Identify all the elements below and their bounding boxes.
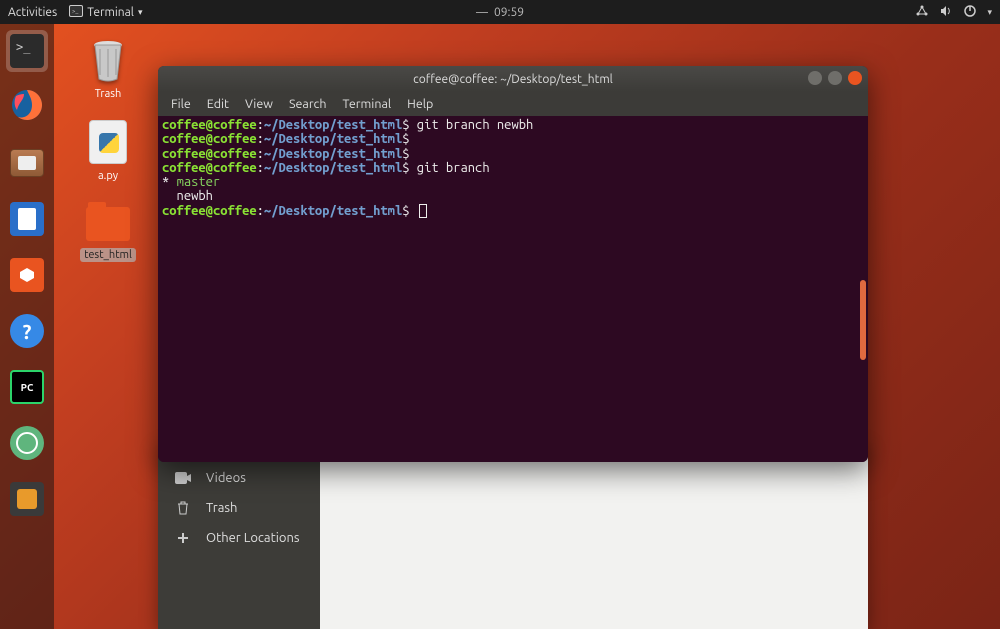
sidebar-item-videos[interactable]: Videos bbox=[158, 463, 320, 493]
desktop-file-apy[interactable]: a.py bbox=[76, 118, 140, 182]
menu-edit[interactable]: Edit bbox=[200, 95, 236, 113]
desktop-trash-label: Trash bbox=[95, 88, 122, 100]
term-prompt-path: ~/Desktop/test_html bbox=[264, 118, 402, 132]
power-icon[interactable] bbox=[963, 4, 977, 21]
sidebar-item-videos-label: Videos bbox=[206, 471, 246, 485]
plus-icon bbox=[174, 531, 192, 545]
atom-icon bbox=[10, 426, 44, 460]
menu-terminal[interactable]: Terminal bbox=[336, 95, 399, 113]
trash-icon bbox=[84, 36, 132, 84]
terminal-app-icon: >_ bbox=[69, 5, 83, 20]
dock-terminal[interactable] bbox=[6, 30, 48, 72]
terminal-scrollbar[interactable] bbox=[860, 116, 866, 460]
desktop-file-apy-label: a.py bbox=[98, 170, 118, 182]
ubuntu-software-icon bbox=[10, 258, 44, 292]
sublime-icon bbox=[10, 482, 44, 516]
gnome-topbar: Activities >_ Terminal ▾ — 09:59 ▾ bbox=[0, 0, 1000, 24]
terminal-viewport[interactable]: coffee@coffee:~/Desktop/test_html$ git b… bbox=[158, 116, 868, 462]
term-cmd-1: git branch newbh bbox=[410, 118, 534, 132]
sidebar-item-trash[interactable]: Trash bbox=[158, 493, 320, 523]
svg-text:>_: >_ bbox=[72, 8, 78, 15]
window-close-button[interactable] bbox=[848, 71, 862, 85]
folder-icon bbox=[84, 196, 132, 244]
libreoffice-writer-icon bbox=[10, 202, 44, 236]
help-icon: ? bbox=[10, 314, 44, 348]
desktop-folder-test-html-label: test_html bbox=[80, 248, 136, 262]
dock-firefox[interactable] bbox=[6, 86, 48, 128]
files-window[interactable]: Videos Trash Other Locations bbox=[158, 443, 868, 629]
pycharm-icon: PC bbox=[10, 370, 44, 404]
clock-time: 09:59 bbox=[494, 6, 524, 19]
sidebar-item-trash-label: Trash bbox=[206, 501, 237, 515]
terminal-cursor bbox=[419, 204, 427, 218]
dock-software[interactable] bbox=[6, 254, 48, 296]
volume-icon[interactable] bbox=[939, 4, 953, 21]
term-output-master: master bbox=[177, 175, 221, 189]
dock-atom[interactable] bbox=[6, 422, 48, 464]
desktop-trash[interactable]: Trash bbox=[76, 36, 140, 100]
menu-file[interactable]: File bbox=[164, 95, 198, 113]
app-menu-label: Terminal bbox=[87, 6, 134, 19]
files-content-area[interactable] bbox=[320, 443, 868, 629]
clock[interactable]: — 09:59 bbox=[476, 6, 524, 19]
clock-separator: — bbox=[476, 6, 488, 19]
chevron-down-icon: ▾ bbox=[138, 7, 143, 18]
python-file-icon bbox=[84, 118, 132, 166]
network-icon[interactable] bbox=[915, 4, 929, 21]
dock-sublime[interactable] bbox=[6, 478, 48, 520]
activities-button[interactable]: Activities bbox=[8, 6, 57, 19]
terminal-window: coffee@coffee: ~/Desktop/test_html File … bbox=[158, 66, 868, 462]
files-sidebar: Videos Trash Other Locations bbox=[158, 443, 320, 629]
terminal-scrollbar-thumb[interactable] bbox=[860, 280, 866, 360]
term-cmd-4: git branch bbox=[410, 161, 490, 175]
dock-help[interactable]: ? bbox=[6, 310, 48, 352]
sidebar-item-other-locations-label: Other Locations bbox=[206, 531, 300, 545]
trash-small-icon bbox=[174, 501, 192, 515]
dock-libreoffice-writer[interactable] bbox=[6, 198, 48, 240]
term-prompt-user: coffee@coffee bbox=[162, 118, 257, 132]
terminal-titlebar[interactable]: coffee@coffee: ~/Desktop/test_html bbox=[158, 66, 868, 92]
window-maximize-button[interactable] bbox=[828, 71, 842, 85]
files-icon bbox=[10, 149, 44, 177]
terminal-icon bbox=[10, 34, 44, 68]
menu-view[interactable]: View bbox=[238, 95, 280, 113]
app-menu[interactable]: >_ Terminal ▾ bbox=[69, 5, 142, 20]
term-output-master-star: * bbox=[162, 175, 177, 189]
ubuntu-dock: ? PC bbox=[0, 24, 54, 629]
terminal-title: coffee@coffee: ~/Desktop/test_html bbox=[413, 73, 613, 86]
dock-files[interactable] bbox=[6, 142, 48, 184]
desktop-folder-test-html[interactable]: test_html bbox=[76, 196, 140, 262]
terminal-menubar: File Edit View Search Terminal Help bbox=[158, 92, 868, 116]
menu-search[interactable]: Search bbox=[282, 95, 334, 113]
dock-pycharm[interactable]: PC bbox=[6, 366, 48, 408]
term-output-newbh: newbh bbox=[162, 189, 213, 203]
sidebar-item-other-locations[interactable]: Other Locations bbox=[158, 523, 320, 553]
menu-help[interactable]: Help bbox=[400, 95, 440, 113]
firefox-icon bbox=[10, 88, 44, 126]
system-menu-chevron-icon[interactable]: ▾ bbox=[987, 7, 992, 18]
window-minimize-button[interactable] bbox=[808, 71, 822, 85]
videos-icon bbox=[174, 472, 192, 484]
